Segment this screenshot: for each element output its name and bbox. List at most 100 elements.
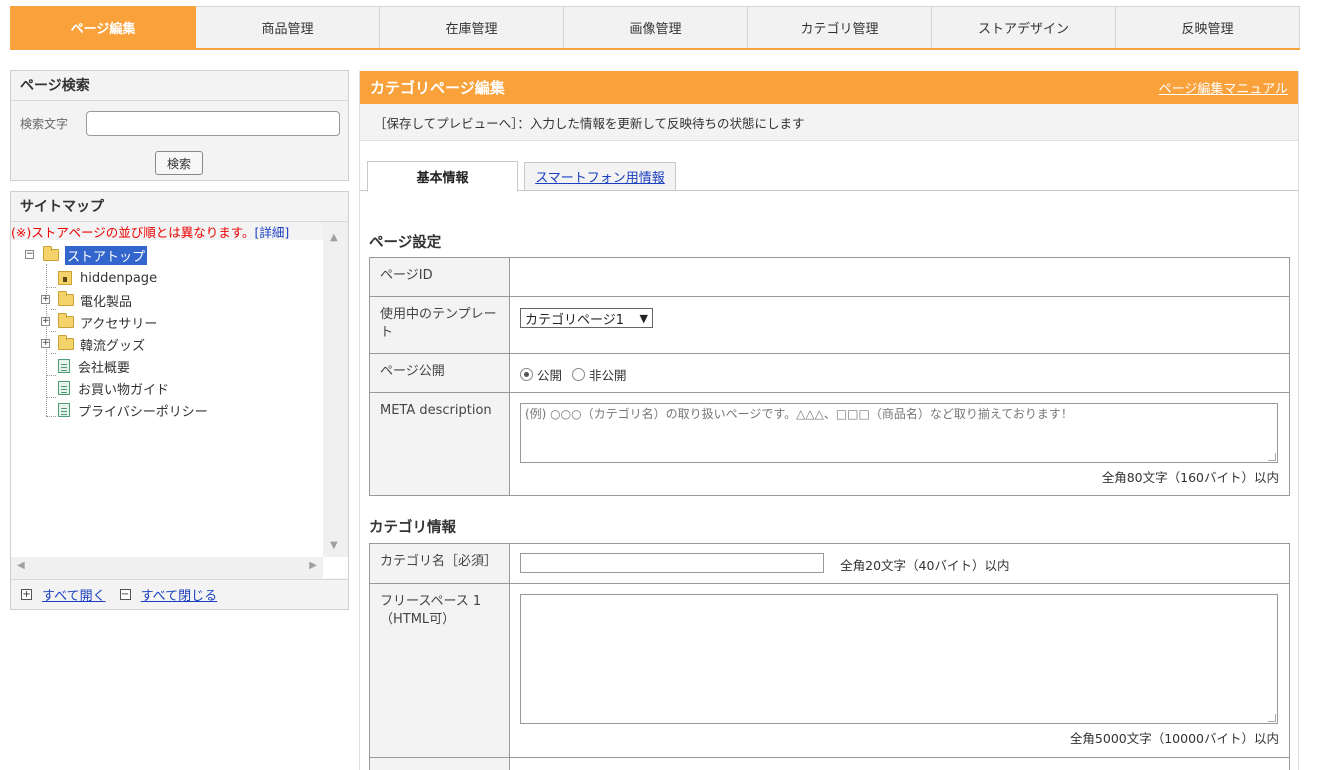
- tree-connector: [51, 309, 56, 310]
- page-title: カテゴリページ編集: [370, 79, 505, 97]
- free-space-1-label: フリースペース 1（HTML可）: [369, 583, 510, 758]
- next-row-value: [509, 757, 1290, 770]
- sitemap-detail-link[interactable]: [詳細]: [254, 225, 289, 240]
- chevron-down-icon: ▼: [639, 311, 648, 325]
- expand-all-link[interactable]: すべて開く: [42, 585, 106, 604]
- page-icon: [58, 403, 70, 417]
- publish-option-public: 公開: [537, 368, 563, 383]
- content-tabs: 基本情報 スマートフォン用情報: [360, 161, 1298, 192]
- nav-tab-publish-management[interactable]: 反映管理: [1116, 6, 1300, 48]
- sitemap-note-text: (※)ストアページの並び順とは異なります。: [11, 225, 255, 240]
- category-name-hint: 全角20文字（40バイト）以内: [840, 558, 1010, 573]
- tree-node-label: 電化製品: [80, 294, 133, 310]
- publish-option-private: 非公開: [589, 368, 627, 383]
- tree-node-label: 会社概要: [78, 360, 131, 376]
- scroll-up-icon[interactable]: ▲: [330, 232, 338, 243]
- tree-connector: [46, 397, 56, 398]
- tree-connector: [46, 375, 56, 376]
- nav-tab-page-edit[interactable]: ページ編集: [10, 6, 196, 48]
- page-id-value: [509, 257, 1290, 297]
- tree-expand-toggle[interactable]: +: [41, 317, 50, 326]
- page-settings-table: ページID 使用中のテンプレート カテゴリページ1 ▼ ページ公開 公開 非公開: [369, 257, 1290, 496]
- page-search-title: ページ検索: [11, 71, 348, 101]
- publish-radio-group: 公開 非公開: [520, 365, 1279, 384]
- page-icon: [58, 359, 70, 373]
- tree-connector: [46, 287, 56, 288]
- sitemap-title: サイトマップ: [11, 192, 348, 222]
- resize-grip-icon[interactable]: [1268, 453, 1276, 461]
- tree-node-electronics[interactable]: 電化製品: [58, 290, 132, 310]
- tree-node-store-top[interactable]: ストアトップ: [43, 245, 148, 265]
- scrollbar-corner: [323, 557, 348, 578]
- sitemap-tree: − ストアトップ hiddenpage + 電化製品 + アクセサリー + 韓流…: [11, 240, 323, 557]
- free-space-1-textarea[interactable]: [520, 594, 1278, 724]
- search-field-label: 検索文字: [20, 117, 69, 131]
- folder-icon: [43, 246, 59, 261]
- page-settings-heading: ページ設定: [369, 235, 442, 251]
- page-search-panel: ページ検索 検索文字 検索: [10, 70, 349, 181]
- tab-smartphone-info[interactable]: スマートフォン用情報: [524, 162, 676, 191]
- tree-node-korean-goods[interactable]: 韓流グッズ: [58, 334, 145, 354]
- publish-radio-private[interactable]: [572, 368, 586, 381]
- tree-collapse-toggle[interactable]: −: [25, 250, 34, 259]
- manual-link[interactable]: ページ編集マニュアル: [1159, 78, 1288, 97]
- collapse-all-link[interactable]: すべて閉じる: [141, 585, 218, 604]
- template-select[interactable]: カテゴリページ1 ▼: [520, 308, 653, 328]
- nav-tab-store-design[interactable]: ストアデザイン: [932, 6, 1116, 48]
- main-content: カテゴリページ編集 ページ編集マニュアル ［保存してプレビューへ］：入力した情報…: [359, 71, 1299, 770]
- publish-radio-public[interactable]: [520, 368, 533, 381]
- tree-node-label: hiddenpage: [80, 270, 158, 286]
- nav-tab-image-management[interactable]: 画像管理: [564, 6, 748, 48]
- tree-node-company-profile[interactable]: 会社概要: [58, 356, 130, 376]
- nav-tab-product-management[interactable]: 商品管理: [196, 6, 380, 48]
- tree-vertical-scrollbar[interactable]: ▲ ▼: [323, 222, 348, 557]
- meta-description-label: META description: [369, 392, 510, 496]
- category-info-table: カテゴリ名［必須］ 全角20文字（40バイト）以内 フリースペース 1（HTML…: [369, 543, 1290, 770]
- meta-description-textarea[interactable]: (例) ○○○（カテゴリ名）の取り扱いページです。△△△、□□□（商品名）など取…: [520, 403, 1278, 463]
- tree-connector: [51, 331, 56, 332]
- page-icon: [58, 381, 70, 395]
- nav-tab-inventory-management[interactable]: 在庫管理: [380, 6, 564, 48]
- tree-node-hiddenpage[interactable]: hiddenpage: [58, 268, 157, 288]
- tree-node-privacy-policy[interactable]: プライバシーポリシー: [58, 400, 208, 420]
- tree-connector: [46, 416, 56, 417]
- tree-node-shopping-guide[interactable]: お買い物ガイド: [58, 378, 169, 398]
- resize-grip-icon[interactable]: [1268, 714, 1276, 722]
- scroll-right-icon[interactable]: ▶: [309, 560, 317, 571]
- tab-basic-info[interactable]: 基本情報: [367, 161, 518, 192]
- category-name-input[interactable]: [520, 553, 824, 573]
- tree-expand-toggle[interactable]: +: [41, 339, 50, 348]
- folder-icon: [58, 313, 74, 328]
- template-label: 使用中のテンプレート: [369, 296, 510, 354]
- folder-icon: [58, 291, 74, 306]
- lock-icon: [58, 271, 72, 285]
- top-navigation: ページ編集 商品管理 在庫管理 画像管理 カテゴリ管理 ストアデザイン 反映管理: [10, 6, 1300, 50]
- meta-description-hint: 全角80文字（160バイト）以内: [1101, 470, 1279, 485]
- tree-expand-toggle[interactable]: +: [41, 295, 50, 304]
- tree-connector: [51, 353, 56, 354]
- meta-description-placeholder: (例) ○○○（カテゴリ名）の取り扱いページです。△△△、□□□（商品名）など取…: [525, 407, 1073, 421]
- tree-node-label: ストアトップ: [65, 245, 148, 265]
- scroll-left-icon[interactable]: ◀: [17, 560, 25, 571]
- sitemap-panel: サイトマップ (※)ストアページの並び順とは異なります。[詳細] − ストアトッ…: [10, 191, 349, 610]
- next-row-label: [369, 757, 510, 770]
- expand-all-icon: +: [21, 589, 32, 600]
- tree-node-label: アクセサリー: [80, 316, 158, 332]
- collapse-all-icon: −: [119, 589, 131, 600]
- search-row: 検索文字: [20, 111, 340, 136]
- tree-node-label: プライバシーポリシー: [78, 404, 208, 420]
- page-id-label: ページID: [369, 257, 510, 297]
- nav-tab-category-management[interactable]: カテゴリ管理: [748, 6, 932, 48]
- tree-node-label: お買い物ガイド: [78, 382, 170, 398]
- tree-node-label: 韓流グッズ: [80, 338, 146, 354]
- main-header: カテゴリページ編集 ページ編集マニュアル: [360, 71, 1298, 104]
- sitemap-note: (※)ストアページの並び順とは異なります。[詳細]: [11, 222, 323, 240]
- tree-node-accessories[interactable]: アクセサリー: [58, 312, 157, 332]
- tree-horizontal-scrollbar[interactable]: ◀ ▶: [11, 557, 323, 578]
- category-name-label: カテゴリ名［必須］: [369, 543, 510, 584]
- scroll-down-icon[interactable]: ▼: [330, 540, 338, 551]
- save-notice: ［保存してプレビューへ］：入力した情報を更新して反映待ちの状態にします: [360, 104, 1298, 141]
- search-input[interactable]: [86, 111, 340, 136]
- search-button[interactable]: 検索: [155, 151, 203, 175]
- template-select-value: カテゴリページ1: [525, 312, 625, 328]
